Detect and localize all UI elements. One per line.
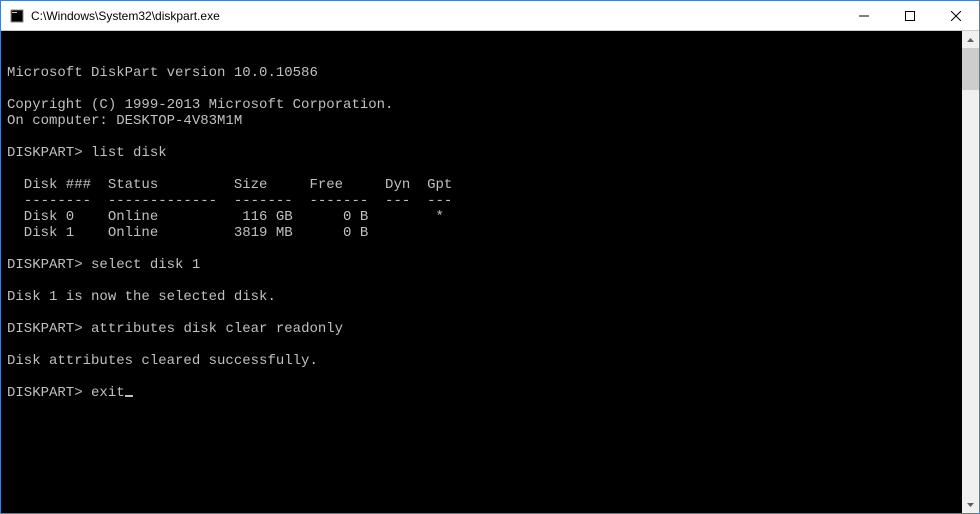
scroll-down-button[interactable] [962, 496, 979, 513]
console-container: Microsoft DiskPart version 10.0.10586 Co… [1, 31, 979, 513]
minimize-button[interactable] [841, 1, 887, 30]
table-divider: -------- ------------- ------- ------- -… [7, 193, 452, 209]
blank-line [7, 81, 15, 97]
prompt-line: DISKPART> exit [7, 385, 133, 401]
cursor [125, 395, 133, 397]
blank-line [7, 161, 15, 177]
blank-line [7, 129, 15, 145]
vertical-scrollbar[interactable] [962, 31, 979, 513]
window-controls [841, 1, 979, 30]
window-title: C:\Windows\System32\diskpart.exe [31, 9, 841, 23]
app-icon [9, 8, 25, 24]
close-button[interactable] [933, 1, 979, 30]
prompt-line: DISKPART> select disk 1 [7, 257, 200, 273]
table-row: Disk 1 Online 3819 MB 0 B [7, 225, 368, 241]
blank-line [7, 273, 15, 289]
titlebar: C:\Windows\System32\diskpart.exe [1, 1, 979, 31]
blank-line [7, 369, 15, 385]
result-text: Disk attributes cleared successfully. [7, 353, 318, 369]
console-output[interactable]: Microsoft DiskPart version 10.0.10586 Co… [1, 31, 962, 513]
result-text: Disk 1 is now the selected disk. [7, 289, 276, 305]
scroll-thumb[interactable] [962, 48, 979, 90]
blank-line [7, 241, 15, 257]
copyright-text: Copyright (C) 1999-2013 Microsoft Corpor… [7, 97, 393, 113]
table-header: Disk ### Status Size Free Dyn Gpt [7, 177, 452, 193]
scroll-track[interactable] [962, 48, 979, 496]
prompt-line: DISKPART> list disk [7, 145, 167, 161]
maximize-button[interactable] [887, 1, 933, 30]
version-text: Microsoft DiskPart version 10.0.10586 [7, 65, 318, 81]
scroll-up-button[interactable] [962, 31, 979, 48]
blank-line [7, 49, 15, 65]
computer-text: On computer: DESKTOP-4V83M1M [7, 113, 242, 129]
blank-line [7, 337, 15, 353]
blank-line [7, 305, 15, 321]
prompt-line: DISKPART> attributes disk clear readonly [7, 321, 343, 337]
table-row: Disk 0 Online 116 GB 0 B * [7, 209, 444, 225]
